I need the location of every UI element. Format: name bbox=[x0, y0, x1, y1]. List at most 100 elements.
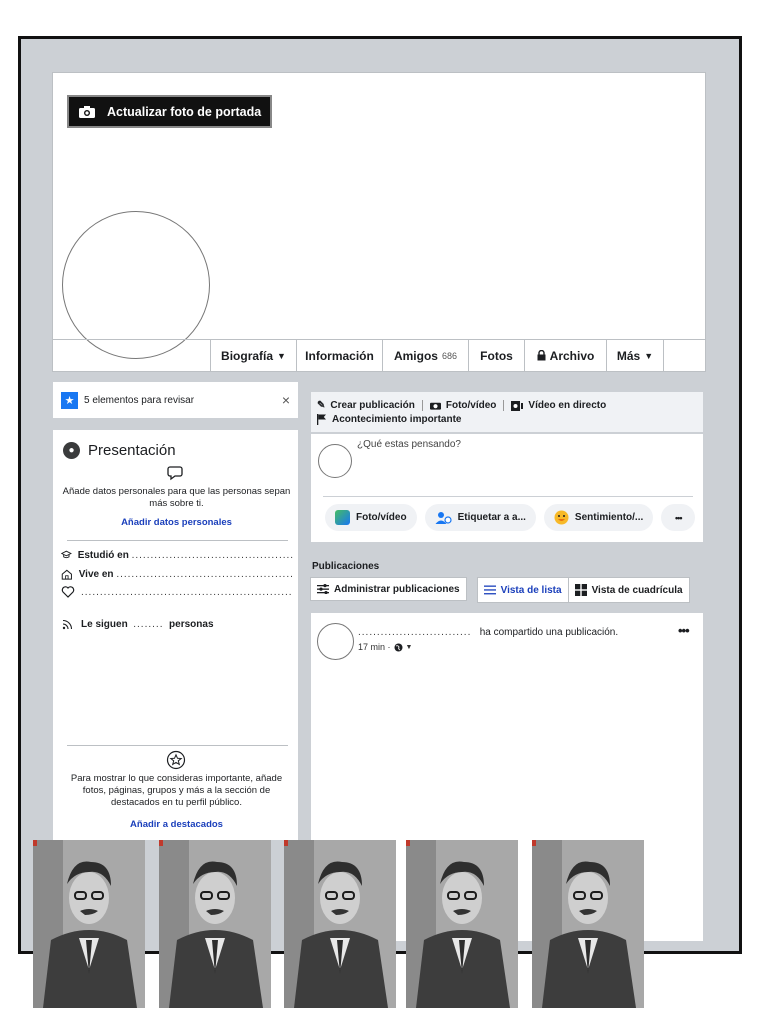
separator bbox=[421, 400, 423, 411]
tab-fotos[interactable]: Fotos bbox=[468, 339, 524, 372]
studied-at-row[interactable]: Estudió en .............................… bbox=[61, 549, 293, 561]
separator bbox=[503, 400, 505, 411]
lives-label: Vive en bbox=[78, 569, 114, 580]
audience-dropdown-icon[interactable]: ▼ bbox=[406, 644, 413, 651]
rss-feed-icon bbox=[62, 619, 73, 630]
portrait-image bbox=[284, 840, 396, 1008]
pencil-icon: ✎ bbox=[317, 400, 326, 411]
items-to-review-banner[interactable]: ★ 5 elementos para revisar × bbox=[52, 381, 299, 419]
tab-label: Información bbox=[305, 348, 374, 363]
camera-icon bbox=[429, 402, 441, 410]
life-event-link[interactable]: Acontecimiento importante bbox=[332, 414, 461, 425]
followers-label: Le siguen bbox=[81, 618, 128, 630]
update-cover-photo-button[interactable]: Actualizar foto de portada bbox=[67, 95, 272, 128]
feeling-label: Sentimiento/... bbox=[574, 512, 644, 523]
portrait-photo bbox=[33, 840, 145, 1008]
list-view-button[interactable]: Vista de lista bbox=[477, 578, 568, 602]
photo-video-link[interactable]: Foto/vídeo bbox=[446, 400, 497, 411]
placeholder-dots: ........................................… bbox=[116, 569, 293, 580]
placeholder-dots: ........................................… bbox=[131, 549, 293, 561]
placeholder-dots: ........ bbox=[133, 618, 164, 630]
portrait-image bbox=[532, 840, 644, 1008]
tab-label: Fotos bbox=[480, 348, 513, 363]
manage-posts-label: Administrar publicaciones bbox=[334, 583, 460, 595]
post-meta: 17 min · ▼ bbox=[358, 642, 412, 652]
tag-people-button[interactable]: Etiquetar a a... bbox=[424, 504, 536, 531]
tab-label: Más bbox=[616, 348, 641, 363]
more-options-button[interactable]: ••• bbox=[661, 504, 696, 531]
globe-icon bbox=[394, 643, 403, 651]
tag-people-label: Etiquetar a a... bbox=[457, 512, 526, 523]
lives-in-row[interactable]: Vive en ................................… bbox=[61, 568, 293, 581]
tab-amigos[interactable]: Amigos 686 bbox=[382, 339, 468, 372]
featured-description: Para mostrar lo que consideras important… bbox=[70, 773, 283, 808]
intro-title: Presentación bbox=[88, 442, 176, 459]
post-timestamp[interactable]: 17 min · bbox=[358, 642, 391, 652]
post-author-avatar[interactable] bbox=[317, 623, 354, 660]
intro-heading: ● Presentación bbox=[63, 442, 176, 459]
grid-view-label: Vista de cuadrícula bbox=[591, 584, 683, 596]
publications-heading: Publicaciones bbox=[312, 561, 380, 572]
tab-mas[interactable]: Más ▼ bbox=[606, 339, 664, 372]
list-view-label: Vista de lista bbox=[500, 584, 562, 596]
manage-posts-button[interactable]: Administrar publicaciones bbox=[310, 577, 467, 601]
followers-suffix: personas bbox=[169, 618, 214, 630]
portrait-photo bbox=[532, 840, 644, 1008]
post-options-button[interactable]: ••• bbox=[678, 623, 690, 638]
tab-label: Amigos bbox=[393, 348, 438, 363]
photo-video-button[interactable]: Foto/vídeo bbox=[325, 504, 417, 531]
portrait-image bbox=[406, 840, 518, 1008]
portrait-image bbox=[159, 840, 271, 1008]
whats-on-your-mind-input[interactable]: ¿Qué estas pensando? bbox=[357, 439, 461, 450]
tag-people-icon bbox=[435, 511, 452, 524]
live-video-link[interactable]: Vídeo en directo bbox=[528, 400, 606, 411]
portrait-photo bbox=[159, 840, 271, 1008]
relationship-row[interactable]: ........................................… bbox=[61, 586, 293, 598]
view-toggle: Vista de lista Vista de cuadrícula bbox=[476, 577, 690, 603]
composer-actions: Foto/vídeo Etiquetar a a... Sentimiento/… bbox=[325, 504, 696, 531]
post-author-name[interactable]: .............................. bbox=[358, 627, 471, 638]
post-composer: ¿Qué estas pensando? Foto/vídeo Etiqueta… bbox=[310, 433, 704, 543]
live-video-icon bbox=[511, 400, 524, 411]
heart-icon bbox=[61, 586, 75, 598]
placeholder-dots: ........................................… bbox=[81, 586, 293, 598]
feeling-button[interactable]: Sentimiento/... bbox=[543, 504, 654, 531]
friends-count: 686 bbox=[441, 350, 458, 361]
tab-label: Archivo bbox=[549, 348, 595, 363]
tab-informacion[interactable]: Información bbox=[296, 339, 382, 372]
create-post-link[interactable]: Crear publicación bbox=[330, 400, 414, 411]
portrait-photo bbox=[284, 840, 396, 1008]
flag-icon bbox=[317, 414, 326, 425]
more-icon: ••• bbox=[675, 512, 683, 523]
review-text: 5 elementos para revisar bbox=[84, 394, 195, 406]
speech-bubble-icon bbox=[167, 466, 183, 481]
composer-header: ✎ Crear publicación Foto/vídeo Vídeo en … bbox=[310, 391, 704, 433]
composer-avatar bbox=[318, 444, 352, 478]
divider bbox=[67, 540, 288, 541]
followers-row[interactable]: Le siguen ........ personas bbox=[61, 618, 293, 630]
profile-tabs: Biografía ▼ Información Amigos 686 Fotos… bbox=[210, 339, 664, 372]
close-icon[interactable]: × bbox=[282, 392, 290, 408]
publications-toolbar: Administrar publicaciones Vista de lista… bbox=[310, 577, 690, 603]
intro-card: ● Presentación Añade datos personales pa… bbox=[52, 429, 299, 841]
portrait-image bbox=[33, 840, 145, 1008]
sliders-icon bbox=[317, 584, 329, 594]
grid-view-button[interactable]: Vista de cuadrícula bbox=[568, 578, 689, 602]
home-icon bbox=[61, 569, 72, 580]
add-personal-info-link[interactable]: Añadir datos personales bbox=[53, 517, 300, 528]
tab-biografia[interactable]: Biografía ▼ bbox=[210, 339, 296, 372]
divider bbox=[67, 745, 288, 746]
add-featured-link[interactable]: Añadir a destacados bbox=[53, 819, 300, 830]
grid-icon bbox=[574, 584, 587, 596]
globe-icon: ● bbox=[63, 442, 80, 459]
profile-picture[interactable] bbox=[62, 211, 210, 359]
tab-archivo[interactable]: Archivo bbox=[524, 339, 606, 372]
featured-star-icon bbox=[166, 750, 186, 770]
intro-description: Añade datos personales para que las pers… bbox=[62, 486, 291, 509]
divider bbox=[323, 496, 693, 497]
graduation-cap-icon bbox=[61, 550, 72, 559]
portrait-photo bbox=[406, 840, 518, 1008]
caret-down-icon: ▼ bbox=[277, 350, 286, 361]
photo-icon bbox=[335, 510, 350, 525]
caret-down-icon: ▼ bbox=[644, 350, 654, 361]
